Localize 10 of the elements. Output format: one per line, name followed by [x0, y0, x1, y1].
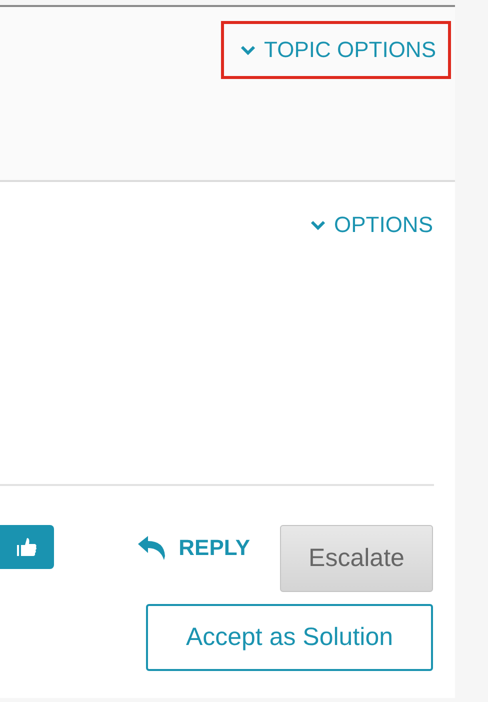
accept-solution-button[interactable]: Accept as Solution: [146, 604, 433, 671]
chevron-down-icon: [240, 45, 256, 55]
reply-arrow-icon: [136, 536, 167, 560]
reply-link[interactable]: REPLY: [136, 535, 250, 561]
thumbs-up-icon: [16, 536, 38, 558]
escalate-button[interactable]: Escalate: [280, 525, 433, 592]
topic-options-link[interactable]: TOPIC OPTIONS: [240, 37, 436, 63]
kudos-button[interactable]: [0, 525, 54, 569]
chevron-down-icon: [310, 220, 326, 230]
options-link[interactable]: OPTIONS: [310, 212, 433, 238]
